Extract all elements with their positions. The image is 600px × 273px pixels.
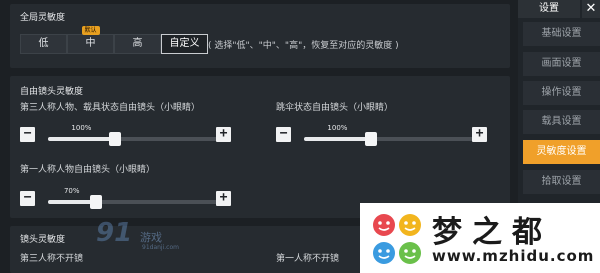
mode-hint-text: ( 选择"低"、"中"、"高"，恢复至对应的灵敏度 ): [208, 41, 399, 51]
slider-parachute-handle[interactable]: [364, 132, 377, 146]
watermark-91-logo: 91: [96, 218, 133, 248]
lens-first-person-label: 第一人称不开镜: [276, 254, 340, 264]
slider-first-person-fill: [48, 200, 96, 204]
mode-custom-label: 自定义: [169, 38, 200, 49]
slider-third-person-minus-button[interactable]: −: [20, 127, 35, 142]
brand-url: www.mzhidu.com: [432, 247, 595, 265]
slider-third-person-handle[interactable]: [108, 132, 121, 146]
sidebar-item-vehicle[interactable]: 载具设置: [523, 110, 600, 134]
slider-parachute-track[interactable]: 100%: [304, 124, 480, 146]
mode-custom-button[interactable]: 自定义: [161, 34, 208, 54]
sidebar-item-sensitivity[interactable]: 灵敏度设置: [523, 140, 600, 164]
slider-first-person-value: 70%: [63, 187, 80, 195]
slider-third-person-track[interactable]: 100%: [48, 124, 224, 146]
watermark-91-text: 游戏: [140, 231, 162, 244]
slider-parachute-plus-button[interactable]: +: [472, 127, 487, 142]
slider-first-person-minus-button[interactable]: −: [20, 191, 35, 206]
smiley-bubbles-icon: [373, 214, 421, 264]
settings-title: 设置: [518, 0, 580, 18]
sidebar-item-controls[interactable]: 操作设置: [523, 81, 600, 105]
slider-first-person-plus-button[interactable]: +: [216, 191, 231, 206]
free-camera-panel: 自由镜头灵敏度 第三人称人物、载具状态自由镜头（小眼睛） − 100% + 跳伞…: [10, 76, 510, 218]
global-sensitivity-panel: 全局灵敏度 低 默认 中 高 自定义 ( 选择"低"、"中"、"高"，恢复至对应…: [10, 4, 510, 68]
free-camera-title: 自由镜头灵敏度: [20, 87, 84, 97]
mode-low-label: 低: [38, 38, 49, 49]
slider-parachute-minus-button[interactable]: −: [276, 127, 291, 142]
slider-parachute-fill: [304, 137, 371, 141]
slider-parachute-value: 100%: [327, 124, 348, 132]
slider-first-person-label: 第一人称人物自由镜头（小眼睛）: [20, 165, 156, 175]
lens-sensitivity-title: 镜头灵敏度: [20, 235, 66, 245]
brand-name: 梦之都: [432, 215, 552, 250]
mode-high-label: 高: [132, 38, 143, 49]
mode-medium-label: 中: [85, 38, 96, 49]
sidebar-item-pickup[interactable]: 拾取设置: [523, 170, 600, 194]
sidebar-item-graphics[interactable]: 画面设置: [523, 52, 600, 76]
mode-high-button[interactable]: 高: [114, 34, 161, 54]
mode-medium-button[interactable]: 默认 中: [67, 26, 114, 54]
slider-third-person-fill: [48, 137, 115, 141]
slider-third-person-value: 100%: [71, 124, 92, 132]
lens-third-person-label: 第三人称不开镜: [20, 254, 84, 264]
sensitivity-mode-group: 低 默认 中 高 自定义: [20, 26, 208, 54]
default-badge: 默认: [81, 26, 100, 35]
slider-third-person-label: 第三人称人物、载具状态自由镜头（小眼睛）: [20, 103, 201, 113]
slider-first-person-track[interactable]: 70%: [48, 187, 224, 209]
global-sensitivity-title: 全局灵敏度: [20, 13, 66, 23]
watermark-91-url: 91danji.com: [142, 244, 179, 251]
sidebar-item-basic[interactable]: 基础设置: [523, 22, 600, 46]
brand-watermark: 梦之都 www.mzhidu.com: [360, 203, 600, 273]
mode-low-button[interactable]: 低: [20, 34, 67, 54]
close-icon[interactable]: ✕: [582, 0, 600, 18]
slider-parachute-label: 跳伞状态自由镜头（小眼睛）: [276, 103, 394, 113]
slider-first-person-handle[interactable]: [89, 195, 102, 209]
slider-third-person-plus-button[interactable]: +: [216, 127, 231, 142]
